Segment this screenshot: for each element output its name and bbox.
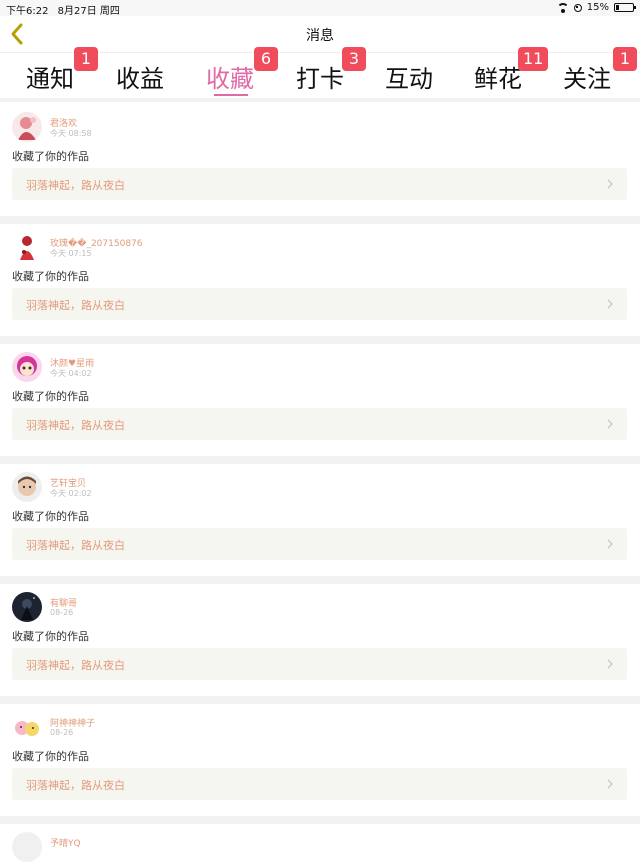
work-title: 羽落神起，路从夜白 — [26, 179, 125, 192]
tab-label: 关注 — [563, 65, 611, 93]
timestamp: 08-26 — [50, 608, 74, 617]
active-tab-indicator — [214, 94, 248, 96]
avatar[interactable] — [12, 352, 42, 382]
list-item: 艺轩宝贝 今天 02:02 收藏了你的作品 羽落神起，路从夜白 — [0, 464, 640, 576]
action-text: 收藏了你的作品 — [12, 390, 89, 403]
work-link[interactable]: 羽落神起，路从夜白 — [12, 408, 627, 440]
timestamp: 08-26 — [50, 728, 74, 737]
tab-label: 收益 — [116, 65, 164, 93]
timestamp: 今天 02:02 — [50, 489, 92, 498]
action-text: 收藏了你的作品 — [12, 150, 89, 163]
tab-flowers[interactable]: 鲜花 11 — [474, 47, 549, 93]
tab-favorites[interactable]: 收藏 6 — [206, 47, 278, 93]
tab-badge: 1 — [613, 47, 637, 71]
chevron-right-icon — [607, 659, 613, 669]
work-title: 羽落神起，路从夜白 — [26, 299, 125, 312]
work-link[interactable]: 羽落神起，路从夜白 — [12, 768, 627, 800]
username[interactable]: 予晴YQ — [50, 836, 81, 849]
tab-label: 通知 — [26, 65, 74, 93]
divider — [0, 576, 640, 584]
tab-badge: 1 — [74, 47, 98, 71]
status-bar: 下午6:22 8月27日 周四 15% — [0, 0, 640, 17]
tab-badge: 11 — [518, 47, 549, 71]
tab-badge: 3 — [342, 47, 366, 71]
work-title: 羽落神起，路从夜白 — [26, 539, 125, 552]
tab-badge: 6 — [254, 47, 278, 71]
tab-label: 互动 — [385, 65, 433, 93]
chevron-right-icon — [607, 779, 613, 789]
page-title: 消息 — [306, 28, 334, 44]
work-title: 羽落神起，路从夜白 — [26, 419, 125, 432]
list-item: 沐颜♥星雨 今天 04:02 收藏了你的作品 羽落神起，路从夜白 — [0, 344, 640, 456]
avatar[interactable] — [12, 112, 42, 142]
status-left: 下午6:22 8月27日 周四 — [6, 2, 126, 17]
divider — [0, 216, 640, 224]
work-link[interactable]: 羽落神起，路从夜白 — [12, 528, 627, 560]
action-text: 收藏了你的作品 — [12, 270, 89, 283]
divider — [0, 336, 640, 344]
work-link[interactable]: 羽落神起，路从夜白 — [12, 288, 627, 320]
list-item: 玫瑰��_207150876 今天 07:15 收藏了你的作品 羽落神起，路从夜… — [0, 224, 640, 336]
battery-percent: 15% — [586, 2, 609, 13]
tab-label: 收藏 — [206, 65, 254, 93]
work-link[interactable]: 羽落神起，路从夜白 — [12, 168, 627, 200]
chevron-right-icon — [607, 539, 613, 549]
list-item: 予晴YQ — [0, 824, 640, 862]
work-title: 羽落神起，路从夜白 — [26, 779, 125, 792]
action-text: 收藏了你的作品 — [12, 750, 89, 763]
list-item: 有聊哥 08-26 收藏了你的作品 羽落神起，路从夜白 — [0, 584, 640, 696]
avatar[interactable] — [12, 712, 42, 742]
tab-label: 打卡 — [296, 65, 344, 93]
tab-interaction[interactable]: 互动 — [385, 59, 433, 93]
divider — [0, 98, 640, 102]
status-right: 15% — [556, 2, 636, 13]
action-text: 收藏了你的作品 — [12, 510, 89, 523]
avatar[interactable] — [12, 832, 42, 862]
chevron-right-icon — [607, 419, 613, 429]
rotation-lock-icon — [573, 3, 582, 12]
action-text: 收藏了你的作品 — [12, 630, 89, 643]
battery-icon — [614, 3, 636, 12]
tab-label: 鲜花 — [474, 65, 522, 93]
divider — [0, 456, 640, 464]
message-tabs: 通知 1 收益 收藏 6 打卡 3 互动 鲜花 11 关注 1 — [0, 47, 640, 99]
chevron-right-icon — [607, 299, 613, 309]
avatar[interactable] — [12, 232, 42, 262]
wifi-icon — [556, 3, 569, 13]
avatar[interactable] — [12, 472, 42, 502]
divider — [0, 816, 640, 824]
timestamp: 今天 07:15 — [50, 249, 92, 258]
avatar[interactable] — [12, 592, 42, 622]
list-item: 君洛欢 今天 08:58 收藏了你的作品 羽落神起，路从夜白 — [0, 104, 640, 216]
tab-notice[interactable]: 通知 1 — [26, 47, 98, 93]
list-item: 阿神神神子 08-26 收藏了你的作品 羽落神起，路从夜白 — [0, 704, 640, 816]
tab-earnings[interactable]: 收益 — [116, 59, 164, 93]
work-title: 羽落神起，路从夜白 — [26, 659, 125, 672]
divider — [0, 696, 640, 704]
timestamp: 今天 08:58 — [50, 129, 92, 138]
timestamp: 今天 04:02 — [50, 369, 92, 378]
work-link[interactable]: 羽落神起，路从夜白 — [12, 648, 627, 680]
chevron-right-icon — [607, 179, 613, 189]
tab-follow[interactable]: 关注 1 — [563, 47, 637, 93]
tab-checkin[interactable]: 打卡 3 — [296, 47, 366, 93]
